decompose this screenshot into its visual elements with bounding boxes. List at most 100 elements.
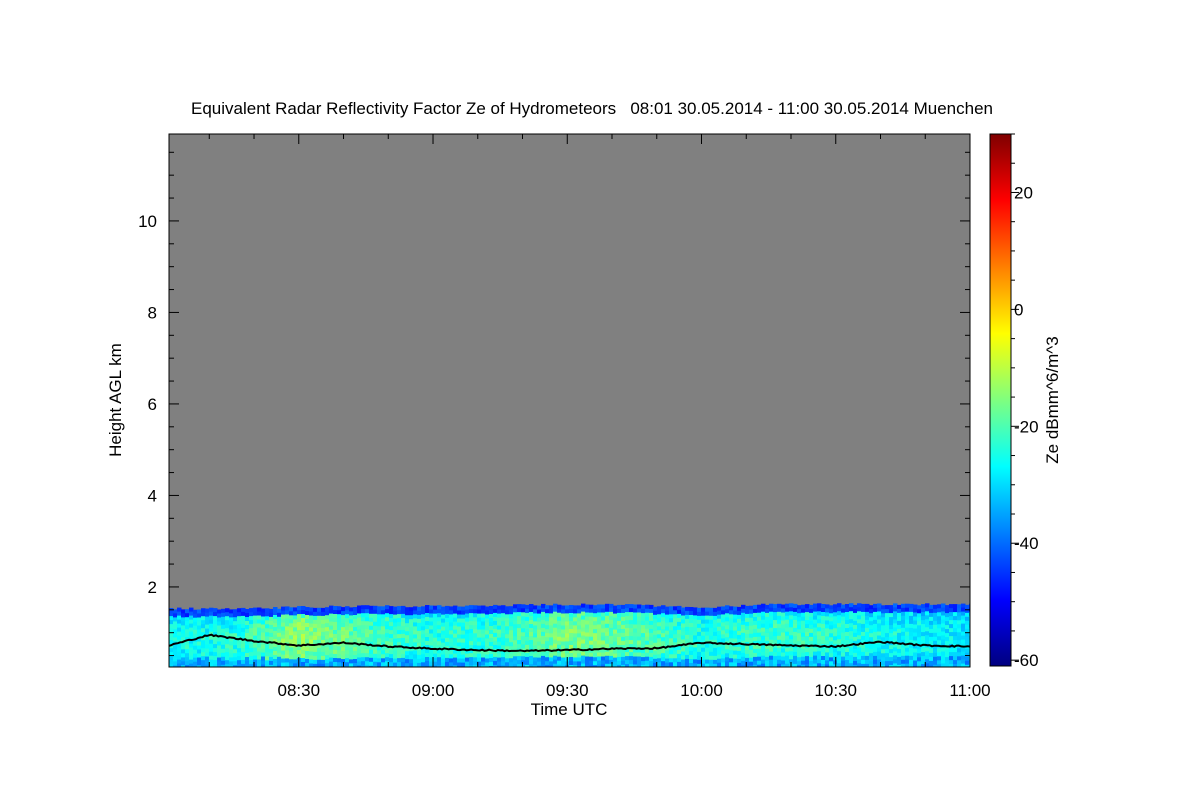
- heatmap-cell: [661, 661, 666, 666]
- heatmap-cell: [465, 641, 470, 647]
- heatmap-cell: [901, 659, 906, 665]
- heatmap-cell: [897, 636, 902, 642]
- heatmap-cell: [637, 616, 642, 621]
- heatmap-cell: [701, 647, 706, 653]
- heatmap-cell: [421, 610, 426, 615]
- heatmap-cell: [701, 635, 706, 641]
- heatmap-cell: [957, 648, 962, 653]
- heatmap-cell: [673, 606, 678, 611]
- heatmap-cell: [741, 616, 746, 622]
- heatmap-cell: [557, 656, 562, 662]
- heatmap-cell: [681, 651, 686, 656]
- heatmap-cell: [441, 618, 446, 624]
- heatmap-cell: [717, 614, 722, 620]
- heatmap-cell: [321, 607, 326, 613]
- heatmap-cell: [933, 604, 938, 610]
- heatmap-cell: [493, 660, 498, 666]
- heatmap-cell: [953, 616, 958, 621]
- heatmap-cell: [357, 609, 362, 614]
- heatmap-cell: [361, 645, 366, 650]
- heatmap-cell: [285, 638, 290, 643]
- heatmap-cell: [637, 620, 642, 625]
- heatmap-cell: [241, 623, 246, 629]
- heatmap-cell: [181, 617, 186, 622]
- heatmap-cell: [269, 644, 274, 650]
- heatmap-cell: [645, 632, 650, 638]
- heatmap-cell: [913, 612, 918, 617]
- heatmap-cell: [229, 609, 234, 614]
- heatmap-cell: [753, 636, 758, 642]
- heatmap-cell: [593, 621, 598, 626]
- heatmap-cell: [937, 636, 942, 641]
- heatmap-cell: [605, 619, 610, 625]
- heatmap-cell: [449, 614, 454, 619]
- heatmap-cell: [625, 608, 630, 613]
- heatmap-cell: [945, 605, 950, 610]
- heatmap-cell: [353, 635, 358, 640]
- heatmap-cell: [521, 652, 526, 657]
- heatmap-cell: [805, 628, 810, 633]
- heatmap-cell: [769, 631, 774, 637]
- heatmap-cell: [753, 656, 758, 662]
- heatmap-cell: [721, 658, 726, 663]
- heatmap-cell: [489, 622, 494, 627]
- heatmap-cell: [353, 611, 358, 616]
- heatmap-cell: [301, 614, 306, 619]
- heatmap-cell: [573, 641, 578, 646]
- heatmap-cell: [573, 665, 578, 667]
- heatmap-cell: [305, 635, 310, 640]
- heatmap-cell: [285, 622, 290, 627]
- heatmap-cell: [965, 648, 970, 654]
- heatmap-cell: [813, 611, 818, 617]
- heatmap-cell: [537, 625, 542, 631]
- heatmap-cell: [653, 634, 658, 640]
- heatmap-cell: [813, 655, 818, 661]
- heatmap-cell: [665, 622, 670, 628]
- heatmap-cell: [209, 611, 214, 617]
- heatmap-cell: [173, 637, 178, 642]
- heatmap-cell: [861, 611, 866, 617]
- heatmap-cell: [293, 651, 298, 656]
- heatmap-cell: [761, 623, 766, 629]
- heatmap-cell: [929, 636, 934, 642]
- heatmap-cell: [281, 610, 286, 616]
- heatmap-cell: [741, 656, 746, 662]
- heatmap-cell: [881, 609, 886, 614]
- heatmap-cell: [421, 606, 426, 611]
- heatmap-cell: [169, 616, 174, 621]
- heatmap-cell: [561, 625, 566, 630]
- heatmap-cell: [301, 618, 306, 623]
- heatmap-cell: [233, 649, 238, 654]
- heatmap-cell: [821, 648, 826, 653]
- heatmap-cell: [553, 615, 558, 621]
- heatmap-cell: [177, 619, 182, 625]
- heatmap-cell: [197, 621, 202, 626]
- heatmap-cell: [241, 655, 246, 661]
- heatmap-cell: [517, 632, 522, 637]
- heatmap-cell: [265, 636, 270, 641]
- heatmap-cell: [669, 626, 674, 631]
- heatmap-cell: [373, 657, 378, 663]
- heatmap-cell: [517, 660, 522, 665]
- heatmap-cell: [441, 650, 446, 656]
- heatmap-cell: [585, 644, 590, 649]
- heatmap-cell: [833, 648, 838, 653]
- heatmap-cell: [473, 621, 478, 626]
- heatmap-cell: [661, 637, 666, 642]
- heatmap-cell: [589, 608, 594, 614]
- heatmap-cell: [433, 641, 438, 647]
- heatmap-cell: [889, 645, 894, 650]
- heatmap-cell: [333, 646, 338, 651]
- heatmap-cell: [821, 652, 826, 657]
- heatmap-cell: [917, 613, 922, 618]
- heatmap-cell: [601, 628, 606, 633]
- heatmap-cell: [553, 619, 558, 625]
- heatmap-cell: [521, 640, 526, 645]
- heatmap-cell: [805, 656, 810, 661]
- heatmap-cell: [413, 650, 418, 655]
- heatmap-cell: [681, 635, 686, 640]
- heatmap-cell: [193, 617, 198, 623]
- heatmap-cell: [305, 623, 310, 628]
- heatmap-cell: [233, 653, 238, 658]
- heatmap-cell: [445, 641, 450, 647]
